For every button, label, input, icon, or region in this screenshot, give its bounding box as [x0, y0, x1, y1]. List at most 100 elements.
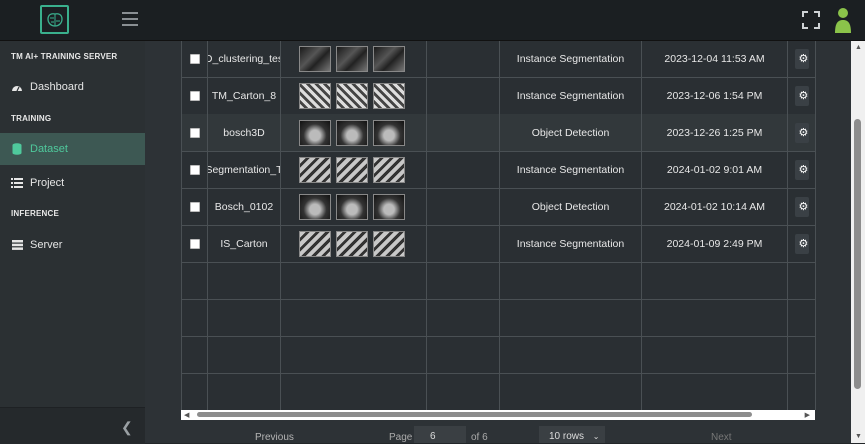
dataset-date-cell: 2024-01-02 10:14 AM — [642, 188, 788, 225]
sidebar-item-label: Server — [30, 239, 63, 251]
row-checkbox[interactable] — [189, 201, 200, 212]
action-cell: ⚙ — [788, 151, 816, 188]
dataset-date-cell: 2024-01-02 9:01 AM — [642, 151, 788, 188]
chevron-down-icon: ⌄ — [592, 432, 600, 441]
main-content: D_clustering_tes Instance Segmentation 202… — [145, 41, 865, 443]
action-cell: ⚙ — [788, 77, 816, 114]
sidebar-item-project[interactable]: Project — [0, 167, 145, 199]
section-inference: INFERENCE — [11, 209, 60, 218]
table-row[interactable]: Bosch_0102 Object Detection 2024-01-02 10:… — [182, 188, 816, 226]
sidebar-item-dataset[interactable]: Dataset — [0, 133, 145, 165]
empty-cell — [208, 262, 281, 299]
empty-cell — [642, 336, 788, 373]
thumbnail-cell — [281, 41, 427, 77]
chevron-left-icon: ❮ — [121, 419, 133, 435]
checkbox-cell — [182, 225, 208, 262]
empty-cell — [281, 262, 427, 299]
page-number-input[interactable] — [414, 426, 466, 443]
dataset-type-cell: Object Detection — [500, 114, 642, 151]
table-row[interactable]: D_clustering_tes Instance Segmentation 202… — [182, 41, 816, 78]
empty-table-row — [182, 262, 816, 300]
empty-cell — [788, 299, 816, 336]
pagination: Previous Page of 6 10 rows ⌄ Next — [181, 426, 815, 443]
table-row[interactable]: TM_Carton_8 Instance Segmentation 2023-12-… — [182, 77, 816, 115]
rows-per-page-value: 10 rows — [549, 431, 585, 442]
row-checkbox[interactable] — [189, 53, 200, 64]
empty-cell — [281, 299, 427, 336]
scroll-left-icon[interactable]: ◀ — [184, 411, 189, 419]
thumbnail-cell — [281, 114, 427, 151]
horizontal-scrollbar[interactable]: ◀ ▶ — [181, 410, 815, 420]
gear-icon[interactable]: ⚙ — [794, 48, 809, 69]
menu-toggle-icon[interactable] — [122, 12, 138, 26]
sidebar: TM AI+ TRAINING SERVER Dashboard TRAININ… — [0, 41, 145, 444]
empty-cell — [642, 262, 788, 299]
dataset-thumbnail — [299, 156, 331, 183]
horizontal-scroll-thumb[interactable] — [197, 412, 752, 417]
dataset-date-cell: 2024-01-09 2:49 PM — [642, 225, 788, 262]
empty-cell — [208, 299, 281, 336]
dataset-thumbnail — [336, 193, 368, 220]
table-row[interactable]: Segmentation_T Instance Segmentation 2024-… — [182, 151, 816, 189]
scroll-up-icon[interactable]: ▲ — [855, 44, 862, 51]
dataset-name-cell: TM_Carton_8 — [208, 77, 281, 114]
gear-icon[interactable]: ⚙ — [794, 85, 809, 106]
dataset-thumbnail — [336, 156, 368, 183]
row-checkbox[interactable] — [189, 90, 200, 101]
empty-cell — [500, 299, 642, 336]
user-avatar-icon[interactable] — [833, 7, 853, 33]
action-cell: ⚙ — [788, 41, 816, 77]
empty-cell — [427, 41, 500, 77]
sidebar-item-dashboard[interactable]: Dashboard — [0, 71, 145, 103]
dataset-thumbnail — [299, 193, 331, 220]
empty-cell — [427, 114, 500, 151]
gear-icon[interactable]: ⚙ — [794, 233, 809, 254]
app-title: TM AI+ TRAINING SERVER — [11, 52, 118, 61]
dataset-type-cell: Instance Segmentation — [500, 77, 642, 114]
table-row[interactable]: bosch3D Object Detection 2023-12-26 1:25 P… — [182, 114, 816, 152]
empty-cell — [642, 373, 788, 410]
dataset-date-cell: 2023-12-04 11:53 AM — [642, 41, 788, 77]
row-checkbox[interactable] — [189, 127, 200, 138]
brain-logo-icon[interactable] — [40, 5, 69, 34]
dataset-thumbnail — [336, 119, 368, 146]
top-bar — [0, 0, 865, 41]
thumbnail-cell — [281, 151, 427, 188]
checkbox-cell — [182, 114, 208, 151]
dataset-name-cell: D_clustering_tes — [208, 41, 281, 77]
empty-cell — [182, 373, 208, 410]
vertical-scrollbar[interactable]: ▲ ▼ — [851, 41, 865, 443]
empty-cell — [427, 151, 500, 188]
list-icon — [11, 177, 23, 189]
scroll-down-icon[interactable]: ▼ — [855, 433, 862, 440]
dataset-thumbnail — [373, 230, 405, 257]
rows-per-page-select[interactable]: 10 rows ⌄ — [539, 426, 605, 443]
previous-button[interactable]: Previous — [255, 432, 294, 443]
checkbox-cell — [182, 151, 208, 188]
fullscreen-icon[interactable] — [802, 11, 820, 29]
gear-icon[interactable]: ⚙ — [794, 122, 809, 143]
sidebar-collapse-button[interactable]: ❮ — [0, 407, 145, 444]
server-icon — [11, 239, 23, 251]
dashboard-icon — [11, 81, 23, 93]
thumbnail-cell — [281, 188, 427, 225]
vertical-scroll-thumb[interactable] — [854, 119, 861, 389]
action-cell: ⚙ — [788, 188, 816, 225]
sidebar-item-label: Dashboard — [30, 81, 84, 93]
checkbox-cell — [182, 41, 208, 77]
dataset-thumbnail — [373, 193, 405, 220]
row-checkbox[interactable] — [189, 238, 200, 249]
next-button[interactable]: Next — [711, 432, 732, 443]
sidebar-item-server[interactable]: Server — [0, 229, 145, 261]
gear-icon[interactable]: ⚙ — [794, 159, 809, 180]
table-row[interactable]: IS_Carton Instance Segmentation 2024-01-09… — [182, 225, 816, 263]
empty-cell — [788, 336, 816, 373]
empty-cell — [182, 336, 208, 373]
dataset-date-cell: 2023-12-06 1:54 PM — [642, 77, 788, 114]
dataset-date-cell: 2023-12-26 1:25 PM — [642, 114, 788, 151]
empty-cell — [427, 77, 500, 114]
empty-table-row — [182, 336, 816, 374]
scroll-right-icon[interactable]: ▶ — [805, 411, 810, 419]
row-checkbox[interactable] — [189, 164, 200, 175]
gear-icon[interactable]: ⚙ — [794, 196, 809, 217]
